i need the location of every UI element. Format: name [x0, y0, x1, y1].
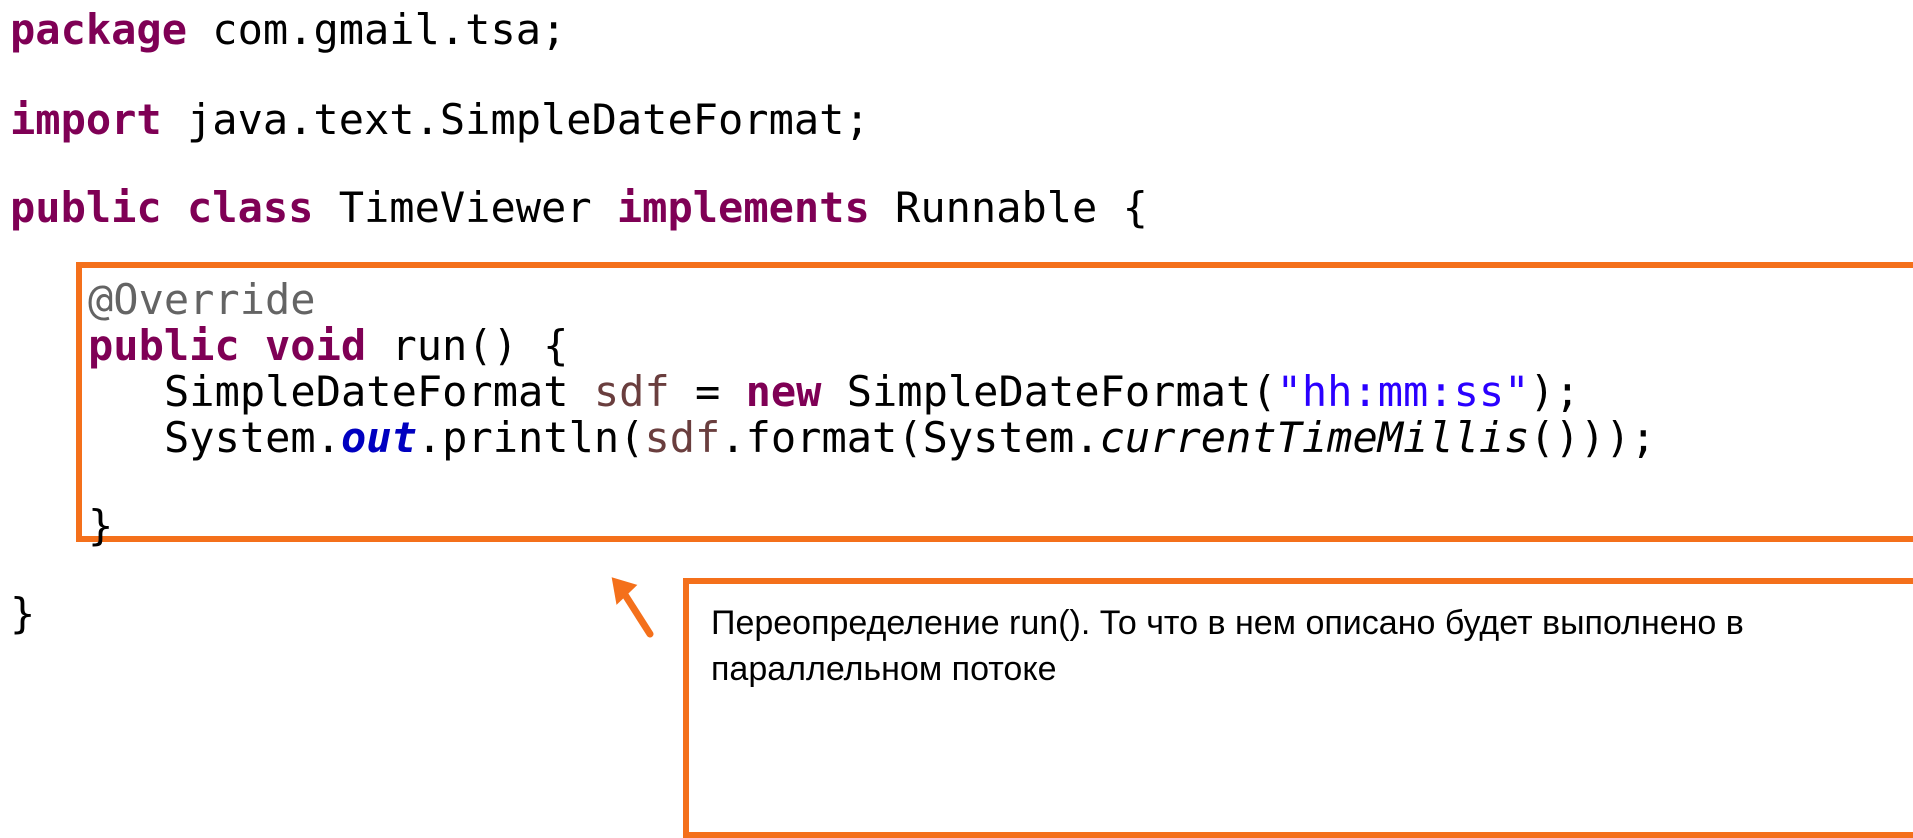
method-signature: run() {	[366, 321, 569, 370]
type-name: SimpleDateFormat	[164, 367, 594, 416]
class-name: TimeViewer	[313, 183, 617, 232]
variable: sdf	[593, 367, 670, 416]
note-box: Переопределение run(). То что в нем опис…	[683, 578, 1913, 838]
closing-brace: }	[88, 501, 114, 550]
keyword: new	[745, 367, 822, 416]
static-field: out	[341, 413, 417, 462]
code-line-annotation: @Override	[88, 274, 316, 326]
println-call: .println(	[416, 413, 645, 462]
format-call: .format(System.	[720, 413, 1100, 462]
keyword: import	[10, 95, 162, 144]
code-line-import: import java.text.SimpleDateFormat;	[10, 94, 870, 146]
package-name: com.gmail.tsa;	[187, 5, 567, 54]
import-name: java.text.SimpleDateFormat;	[161, 95, 870, 144]
constructor: SimpleDateFormat(	[821, 367, 1277, 416]
keyword: void	[265, 321, 367, 370]
keyword: class	[187, 183, 314, 232]
keyword: implements	[616, 183, 870, 232]
arrow-icon	[611, 577, 654, 638]
assign: =	[669, 367, 746, 416]
code-line-println: System.out.println(sdf.format(System.cur…	[164, 412, 1656, 464]
code-line-package: package com.gmail.tsa;	[10, 4, 566, 56]
code-line-class-declaration: public class TimeViewer implements Runna…	[10, 182, 1148, 234]
code-line-class-close: }	[10, 588, 35, 640]
variable: sdf	[644, 413, 721, 462]
code-line-sdf: SimpleDateFormat sdf = new SimpleDateFor…	[164, 366, 1580, 418]
closing-brace: }	[10, 589, 36, 638]
keyword: package	[10, 5, 188, 54]
keyword: public	[88, 321, 240, 370]
system-class: System.	[164, 413, 342, 462]
note-text: Переопределение run(). То что в нем опис…	[711, 604, 1744, 688]
statement-end: );	[1529, 367, 1581, 416]
code-line-run-signature: public void run() {	[88, 320, 568, 372]
string-literal: "hh:mm:ss"	[1276, 367, 1530, 416]
code-line-run-close: }	[88, 500, 113, 552]
statement-end: ()));	[1529, 413, 1656, 462]
interface-name: Runnable {	[869, 183, 1148, 232]
annotation: @Override	[88, 275, 316, 324]
static-method: currentTimeMillis	[1099, 413, 1530, 462]
keyword: public	[10, 183, 162, 232]
